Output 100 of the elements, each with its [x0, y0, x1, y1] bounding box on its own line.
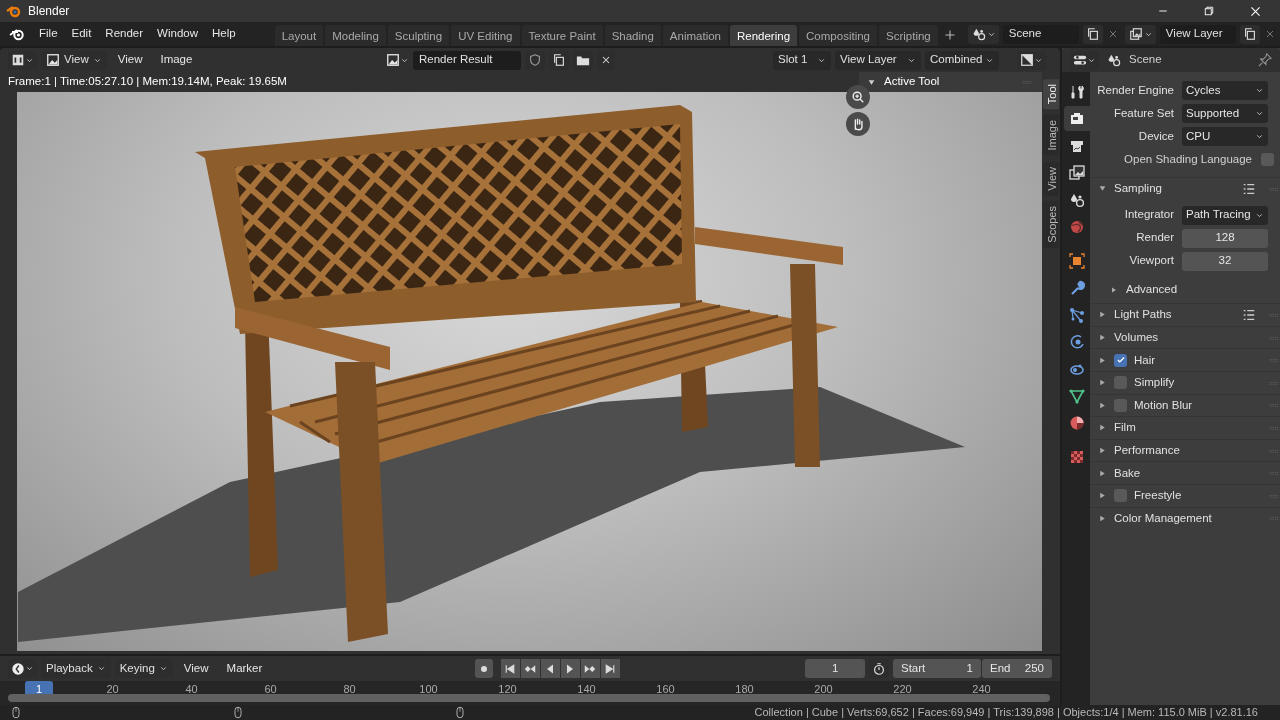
workspace-tab[interactable]: Compositing [799, 25, 877, 46]
menu-item[interactable]: Window [150, 25, 205, 43]
disclosure-icon[interactable] [1098, 446, 1107, 456]
menu-dropdown[interactable]: Playback [41, 659, 111, 678]
blender-logo-icon[interactable] [8, 26, 26, 42]
panel-title[interactable]: Motion Blur [1134, 396, 1264, 414]
presets-icon[interactable] [1242, 181, 1256, 196]
record-button[interactable] [474, 659, 493, 678]
disclosure-icon[interactable] [1098, 333, 1107, 343]
play-reverse-button[interactable] [540, 659, 560, 678]
panel-title[interactable]: Bake [1114, 464, 1264, 482]
tools-icon [1069, 83, 1085, 100]
add-icon[interactable] [943, 29, 956, 41]
panel-title[interactable]: Color Management [1114, 509, 1264, 527]
presets-icon[interactable] [1242, 308, 1256, 322]
image-name-field[interactable]: Render Result [413, 50, 521, 70]
panel-title[interactable]: Performance [1114, 441, 1264, 460]
image-icon [386, 53, 400, 67]
restore-icon[interactable] [1203, 5, 1215, 17]
end-frame-field[interactable]: End 250 [982, 659, 1052, 678]
menu-item[interactable]: File [32, 25, 65, 43]
close-icon[interactable] [1248, 4, 1262, 18]
next-keyframe-button[interactable] [580, 659, 600, 678]
disclosure-icon[interactable] [1098, 310, 1107, 320]
workspace-tab[interactable]: Shading [604, 25, 661, 46]
menu-item[interactable]: Render [98, 25, 151, 43]
menu-dropdown[interactable]: Keying [114, 659, 173, 678]
disclosure-icon[interactable] [1098, 378, 1107, 388]
checkbox[interactable] [1114, 489, 1127, 503]
value-dropdown[interactable]: CPU [1182, 127, 1268, 146]
timeline-scrollbar[interactable] [8, 694, 1050, 702]
disclosure-icon[interactable] [1098, 468, 1107, 478]
layer-dropdown[interactable]: View Layer [835, 50, 921, 70]
disclosure-icon[interactable] [1098, 491, 1107, 501]
value-dropdown[interactable]: Path Tracing [1182, 205, 1268, 225]
disclosure-icon[interactable] [867, 77, 876, 87]
sidebar-tab[interactable]: Scopes [1043, 201, 1059, 249]
panel-title[interactable]: Freestyle [1134, 487, 1264, 505]
checkbox[interactable] [1114, 376, 1127, 390]
disclosure-icon[interactable] [1098, 513, 1107, 523]
jump-start-button[interactable] [500, 659, 520, 678]
panel-title[interactable]: Hair [1134, 351, 1264, 369]
current-frame-field[interactable]: 1 [805, 659, 865, 678]
workspace-tab[interactable]: Animation [662, 25, 728, 46]
properties-tab[interactable] [1064, 106, 1090, 131]
panel-title[interactable]: Sampling [1114, 180, 1238, 198]
checkbox[interactable] [1114, 353, 1127, 367]
view-mode-dropdown[interactable]: View [41, 50, 107, 70]
workspace-tab[interactable]: UV Editing [451, 25, 520, 46]
number-field[interactable]: 128 [1182, 228, 1268, 248]
menu-item[interactable]: Help [205, 25, 243, 43]
view-layer-field[interactable]: View Layer [1159, 24, 1236, 44]
panel-title[interactable]: Film [1114, 419, 1264, 437]
menu-item[interactable]: Marker [219, 659, 270, 678]
workspace-tab[interactable]: Texture Paint [521, 25, 603, 46]
disclosure-icon[interactable] [1110, 285, 1118, 294]
subpanel-title[interactable]: Advanced [1126, 281, 1178, 299]
value-dropdown[interactable]: Supported [1182, 104, 1268, 123]
disclosure-icon[interactable] [1098, 423, 1107, 433]
menu-item[interactable]: View [176, 659, 216, 678]
sidebar-tab[interactable]: View [1043, 161, 1059, 196]
sidebar-tab[interactable]: Image [1043, 115, 1059, 156]
caret-icon [96, 664, 106, 673]
globe-icon [1069, 218, 1085, 235]
zoom-button[interactable] [846, 85, 870, 109]
disclosure-icon[interactable] [1098, 355, 1107, 365]
panel-title[interactable]: Volumes [1114, 328, 1264, 347]
pass-dropdown[interactable]: Combined [925, 50, 999, 70]
value-dropdown[interactable]: Cycles [1182, 81, 1268, 100]
checkbox[interactable] [1261, 153, 1274, 166]
remove-icon[interactable] [1264, 28, 1276, 40]
frame-number: 80 [342, 682, 357, 697]
number-field[interactable]: 32 [1182, 251, 1268, 271]
panel-title[interactable]: Light Paths [1114, 306, 1238, 324]
jump-end-button[interactable] [600, 659, 620, 678]
workspace-tab[interactable]: Modeling [325, 25, 386, 46]
copy-button[interactable] [1240, 24, 1260, 44]
copy-button[interactable] [1082, 24, 1103, 44]
scene-selector[interactable] [967, 24, 999, 44]
checkbox[interactable] [1114, 398, 1127, 412]
play-button[interactable] [560, 659, 580, 678]
menu-item[interactable]: Edit [64, 25, 99, 43]
start-frame-field[interactable]: Start 1 [893, 659, 981, 678]
previous-keyframe-button[interactable] [520, 659, 540, 678]
workspace-tab[interactable]: Rendering [730, 25, 798, 46]
disclosure-icon[interactable] [1098, 184, 1107, 194]
pan-button[interactable] [846, 112, 870, 136]
menu-item[interactable]: Image [153, 51, 200, 69]
panel-title[interactable]: Simplify [1134, 374, 1264, 392]
slot-dropdown[interactable]: Slot 1 [773, 50, 831, 70]
view-layer-selector[interactable] [1124, 24, 1156, 44]
workspace-tab[interactable]: Scripting [879, 25, 938, 46]
pin-icon[interactable] [1258, 53, 1272, 67]
menu-item[interactable]: View [110, 51, 150, 69]
sidebar-tab[interactable]: Tool [1043, 79, 1059, 110]
disclosure-icon[interactable] [1098, 400, 1107, 410]
workspace-tab[interactable]: Layout [274, 25, 324, 46]
workspace-tab[interactable]: Sculpting [387, 25, 450, 46]
image-browse-button[interactable] [386, 53, 409, 67]
scene-field[interactable]: Scene [1002, 24, 1079, 44]
